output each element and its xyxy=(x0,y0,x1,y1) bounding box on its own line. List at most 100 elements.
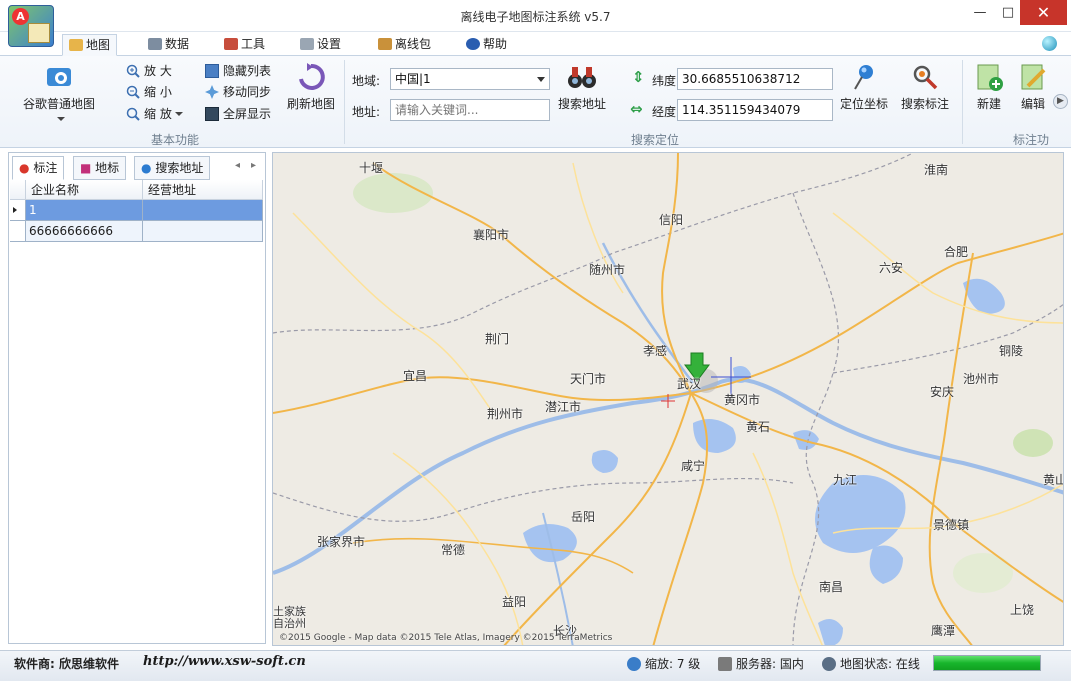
tab-package[interactable]: 离线包 xyxy=(372,34,437,56)
map-state-status: 地图状态: 在线 xyxy=(822,655,920,672)
map-copyright: ©2015 Google - Map data ©2015 Tele Atlas… xyxy=(279,633,613,643)
help-icon xyxy=(466,38,480,50)
tab-label: 帮助 xyxy=(483,37,508,51)
hide-list-button[interactable]: 隐藏列表 xyxy=(205,61,271,81)
city-label: 信阳 xyxy=(659,213,684,227)
new-marker-button[interactable]: 新建 xyxy=(970,62,1008,112)
search-address-button[interactable]: 搜索地址 xyxy=(556,62,608,112)
monitor-icon xyxy=(205,107,219,121)
map-type-button[interactable]: 谷歌普通地图 xyxy=(18,62,100,126)
latitude-input[interactable] xyxy=(677,68,833,90)
city-label: 武汉 xyxy=(677,377,702,391)
city-label: 天门市 xyxy=(570,372,607,386)
group-divider xyxy=(962,60,963,144)
map-view[interactable]: 十堰 淮南 信阳 襄阳市 合肥 六安 随州市 荆门 孝感 铜陵 宜昌 天门市 武… xyxy=(272,152,1064,646)
column-header-company[interactable]: 企业名称 xyxy=(26,180,143,200)
fullscreen-button[interactable]: 全屏显示 xyxy=(205,104,271,124)
current-row-arrow-icon xyxy=(13,207,17,213)
cell-company[interactable]: 66666666666 xyxy=(26,221,143,241)
panel-tab-label: 搜索地址 xyxy=(155,161,204,175)
panel-tabs-prev-button[interactable]: ◂ xyxy=(235,160,240,171)
table-row[interactable]: 66666666666 xyxy=(10,221,263,242)
region-value: 中国|1 xyxy=(395,72,431,86)
table-row[interactable]: 1 xyxy=(10,200,263,221)
refresh-map-button[interactable]: 刷新地图 xyxy=(284,62,338,112)
website-link[interactable]: http://www.xsw-soft.cn xyxy=(143,654,306,669)
zoom-out-icon xyxy=(126,85,140,99)
search-group-label: 搜索定位 xyxy=(630,133,679,147)
tab-tools[interactable]: 工具 xyxy=(218,34,271,56)
longitude-arrow-icon: ⇔ xyxy=(630,100,643,118)
city-label: 淮南 xyxy=(924,163,949,177)
city-label: 黄冈市 xyxy=(724,393,761,407)
tab-label: 地图 xyxy=(86,38,111,52)
move-icon xyxy=(205,85,219,99)
locate-coordinate-button[interactable]: 定位坐标 xyxy=(838,62,890,112)
edit-marker-button[interactable]: 编辑 xyxy=(1014,62,1052,112)
chevron-down-icon xyxy=(56,117,65,121)
tab-help[interactable]: 帮助 xyxy=(460,34,513,56)
hide-list-label: 隐藏列表 xyxy=(223,64,272,78)
city-label: 张家界市 xyxy=(317,535,366,549)
column-header-address[interactable]: 经营地址 xyxy=(143,180,263,200)
city-label: 潜江市 xyxy=(545,400,582,414)
marker-list-panel: ● 标注 ■ 地标 ● 搜索地址 ◂ ▸ 企业名称 经营地址 1 6666666… xyxy=(8,152,266,644)
zoom-in-button[interactable]: 放 大 xyxy=(126,61,172,81)
group-divider xyxy=(344,60,345,144)
google-map-icon xyxy=(47,68,71,86)
cell-address[interactable] xyxy=(143,221,263,241)
close-button[interactable]: ✕ xyxy=(1020,0,1067,25)
vendor-label: 软件商: 欣思维软件 xyxy=(14,657,119,671)
search-address-label: 搜索地址 xyxy=(557,97,606,111)
fullscreen-label: 全屏显示 xyxy=(223,107,272,121)
maximize-button[interactable]: □ xyxy=(994,0,1022,25)
cell-company[interactable]: 1 xyxy=(26,200,143,220)
tab-settings[interactable]: 设置 xyxy=(294,34,347,56)
city-label: 孝感 xyxy=(643,344,668,358)
panel-tab-landmarks[interactable]: ■ 地标 xyxy=(73,156,127,180)
longitude-input[interactable] xyxy=(677,99,833,121)
marker-table: 企业名称 经营地址 1 66666666666 xyxy=(10,180,263,242)
speech-bubble-icon: ● xyxy=(141,161,152,175)
city-label: 土家族 自治州 xyxy=(273,605,306,630)
marker-group-label: 标注功 xyxy=(1012,133,1049,147)
city-label: 安庆 xyxy=(930,385,955,399)
city-label: 襄阳市 xyxy=(473,228,510,242)
cell-address[interactable] xyxy=(143,200,263,220)
basic-group-label: 基本功能 xyxy=(150,133,199,147)
panel-tabs-next-button[interactable]: ▸ xyxy=(251,160,256,171)
globe-icon xyxy=(822,657,836,671)
region-select[interactable]: 中国|1 xyxy=(390,68,550,90)
city-label: 常德 xyxy=(441,543,466,557)
city-label: 铜陵 xyxy=(999,344,1024,358)
tab-label: 离线包 xyxy=(395,37,432,51)
globe-icon[interactable] xyxy=(1042,36,1057,51)
ribbon-scroll-right-button[interactable]: ▶ xyxy=(1053,94,1068,109)
tab-data[interactable]: 数据 xyxy=(142,34,195,56)
address-input[interactable] xyxy=(390,99,550,121)
panel-tab-markers[interactable]: ● 标注 xyxy=(12,156,65,180)
tab-label: 数据 xyxy=(165,37,190,51)
zoom-out-button[interactable]: 缩 小 xyxy=(126,82,172,102)
tools-icon xyxy=(224,38,238,50)
search-marker-button[interactable]: 搜索标注 xyxy=(898,62,952,112)
refresh-label: 刷新地图 xyxy=(286,97,335,111)
zoom-dropdown-button[interactable]: 缩 放 xyxy=(126,104,183,124)
server-status: 服务器: 国内 xyxy=(718,655,804,672)
move-sync-button[interactable]: 移动同步 xyxy=(205,82,271,102)
ribbon: 谷歌普通地图 放 大 缩 小 缩 放 隐藏列表 移动同步 全屏显示 刷新地图 基… xyxy=(0,56,1071,148)
map-icon xyxy=(69,39,83,51)
city-label: 合肥 xyxy=(944,245,969,259)
ribbon-tabs: 地图 数据 工具 设置 离线包 帮助 xyxy=(0,32,1071,56)
search-marker-label: 搜索标注 xyxy=(900,97,949,111)
panel-tab-search[interactable]: ● 搜索地址 xyxy=(134,156,211,180)
app-logo-icon[interactable]: A xyxy=(8,5,54,47)
city-label: 宜昌 xyxy=(403,369,428,383)
region-label: 地域: xyxy=(352,74,381,88)
tab-map[interactable]: 地图 xyxy=(62,34,118,56)
zoom-level-text: 缩放: 7 级 xyxy=(645,657,701,671)
city-label: 六安 xyxy=(879,261,904,275)
zoom-out-label: 缩 小 xyxy=(144,85,172,99)
map-type-label: 谷歌普通地图 xyxy=(22,97,95,111)
minimize-button[interactable]: — xyxy=(966,0,994,25)
